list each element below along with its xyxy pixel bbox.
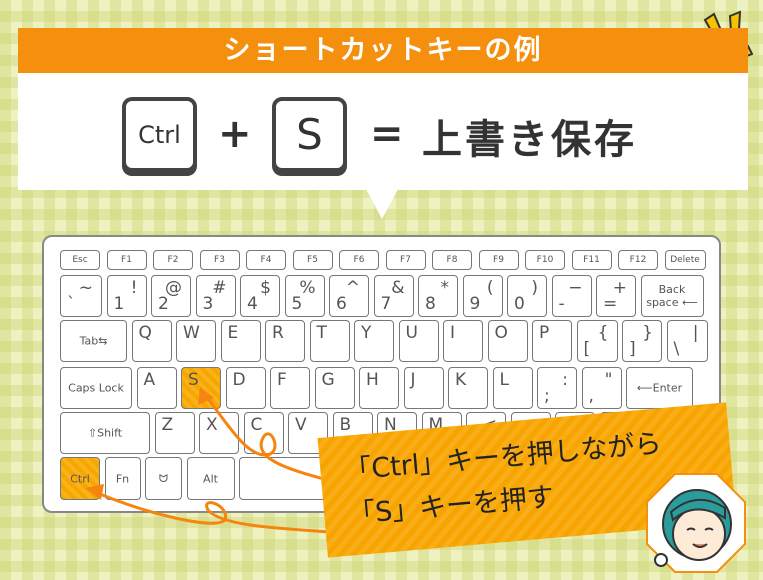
arrow-to-s-key bbox=[203, 394, 336, 484]
woman-avatar-icon bbox=[645, 472, 747, 574]
arrow-to-ctrl-key bbox=[94, 490, 331, 534]
